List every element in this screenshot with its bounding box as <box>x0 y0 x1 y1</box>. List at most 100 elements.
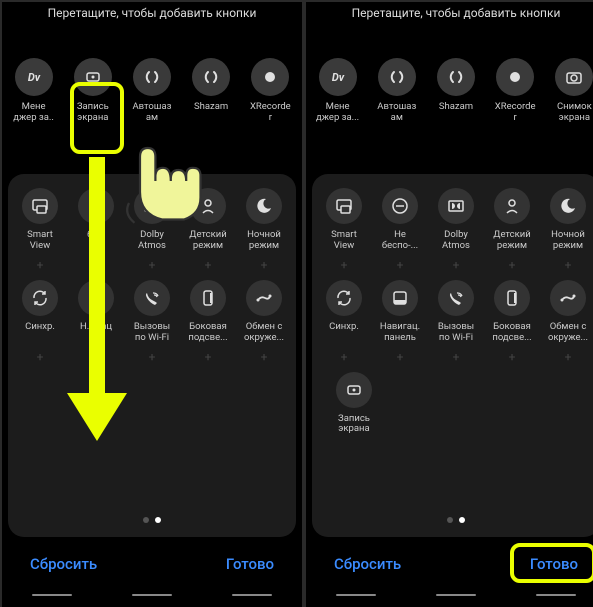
qs-tile-share[interactable]: Обмен сокруже... <box>540 280 593 344</box>
tile-label: Синхр. <box>329 322 359 333</box>
qs-tile-nav[interactable]: Н..игац... <box>68 280 124 344</box>
shazam-icon <box>378 58 416 96</box>
shazam-icon <box>133 58 171 96</box>
qs-tile-kids[interactable]: Детскийрежим <box>484 188 540 252</box>
qs-tile-edge[interactable]: Боковаяподсве... <box>180 280 236 344</box>
tile-label: Shazam <box>439 102 473 113</box>
shazam-icon <box>437 58 475 96</box>
pager-dot-1[interactable] <box>143 517 149 523</box>
available-tiles-row: DvМенеджер за... Автошазам Shazam XRecorder… <box>306 28 593 134</box>
camera-icon <box>555 58 593 96</box>
qs-tile-shazam[interactable]: Автошазам <box>369 58 425 124</box>
dot-icon <box>78 188 114 224</box>
qs-tile-record[interactable]: Записьэкрана <box>65 58 121 124</box>
tile-label: Ночнойрежим <box>247 230 281 252</box>
edge-icon <box>494 280 530 316</box>
dv-icon: Dv <box>15 58 53 96</box>
qs-tile-wificall[interactable]: Вызовыпо Wi-Fi <box>124 280 180 344</box>
svg-text:Dv: Dv <box>27 71 40 84</box>
quick-panel: SmartView Небеспо-... DolbyAtmos Детскийреж… <box>312 174 593 537</box>
panel-row-3: Записьэкрана <box>316 372 593 436</box>
smartview-icon <box>326 188 362 224</box>
nav-bar <box>306 587 593 607</box>
tile-label: SmartView <box>27 230 53 252</box>
reset-button[interactable]: Сбросить <box>30 555 97 573</box>
done-button[interactable]: Готово <box>226 555 274 573</box>
tile-label: Небеспо-... <box>382 230 418 252</box>
tile-label: DolbyAtmos <box>138 230 166 252</box>
nav-bar <box>2 587 302 607</box>
sync-icon <box>326 280 362 316</box>
qs-tile-smartview[interactable]: SmartView <box>316 188 372 252</box>
qs-tile-sync[interactable]: Синхр. <box>12 280 68 344</box>
tile-label: Вызовыпо Wi-Fi <box>134 322 170 344</box>
done-button[interactable]: Готово <box>530 555 578 573</box>
moon-icon <box>550 188 586 224</box>
tile-label: Обмен сокруже... <box>244 322 284 344</box>
dot-icon <box>496 58 534 96</box>
bottom-bar: Сбросить Готово <box>2 537 302 587</box>
qs-tile-edge[interactable]: Боковаяподсве... <box>484 280 540 344</box>
tile-label: Боковаяподсве... <box>188 322 227 344</box>
nav-icon <box>78 280 114 316</box>
pager-dot-2[interactable] <box>459 517 465 523</box>
tile-label: Снимокэкрана <box>557 102 592 124</box>
kids-icon <box>190 188 226 224</box>
tile-label: XRecorder <box>495 102 536 124</box>
moon-icon <box>246 188 282 224</box>
wificall-icon <box>438 280 474 316</box>
available-tiles-row: Dv Менеджер за.. Записьэкрана Автошазам Shaz… <box>2 28 302 134</box>
qs-tile-nav[interactable]: Навигац.панель <box>372 280 428 344</box>
tile-label: Записьэкрана <box>77 102 109 124</box>
qs-tile-moon[interactable]: Ночнойрежим <box>236 188 292 252</box>
qs-tile-dot[interactable]: XRecorder <box>242 58 298 124</box>
qs-tile-dot[interactable]: б..... <box>68 188 124 252</box>
tile-label: Ночнойрежим <box>551 230 585 252</box>
tile-label: Менеджер за.. <box>13 102 54 124</box>
smartview-icon <box>22 188 58 224</box>
qs-tile-sync[interactable]: Синхр. <box>316 280 372 344</box>
nav-icon <box>382 280 418 316</box>
panel-row-1: SmartView б..... DolbyAtmos Детскийрежим Ноч… <box>12 188 292 252</box>
qs-tile-shazam[interactable]: Shazam <box>428 58 484 124</box>
tile-label: Боковаяподсве... <box>492 322 531 344</box>
qs-tile-dv[interactable]: Dv Менеджер за.. <box>6 58 62 124</box>
pager-dot-2[interactable] <box>155 517 161 523</box>
reset-button[interactable]: Сбросить <box>334 555 401 573</box>
screen-before: Перетащите, чтобы добавить кнопки DvМене… <box>2 2 302 607</box>
qs-tile-dnd[interactable]: Небеспо-... <box>372 188 428 252</box>
qs-tile-shazam[interactable]: Автошазам <box>124 58 180 124</box>
tile-label: Н..игац... <box>80 322 112 344</box>
dot-icon <box>251 58 289 96</box>
qs-tile-camera[interactable]: Снимокэкрана <box>546 58 593 124</box>
tile-label: Shazam <box>194 102 228 113</box>
qs-tile-share[interactable]: Обмен сокруже... <box>236 280 292 344</box>
qs-tile-wificall[interactable]: Вызовыпо Wi-Fi <box>428 280 484 344</box>
record-icon <box>336 372 372 408</box>
pager <box>12 505 292 527</box>
qs-tile-moon[interactable]: Ночнойрежим <box>540 188 593 252</box>
qs-tile-dolby[interactable]: DolbyAtmos <box>428 188 484 252</box>
tile-label: Записьэкрана <box>338 414 370 436</box>
tile-label: Синхр. <box>25 322 55 333</box>
qs-tile-dv[interactable]: DvМенеджер за... <box>310 58 366 124</box>
quick-panel: SmartView б..... DolbyAtmos Детскийрежим Ноч… <box>8 174 296 537</box>
tile-label: Обмен сокруже... <box>548 322 588 344</box>
tile-label: б..... <box>87 230 105 241</box>
tile-label: DolbyAtmos <box>442 230 470 252</box>
qs-tile-dot[interactable]: XRecorder <box>487 58 543 124</box>
screen-after: Перетащите, чтобы добавить кнопки DvМене… <box>306 2 593 607</box>
edge-icon <box>190 280 226 316</box>
plus-row-2: +++++ <box>12 350 292 364</box>
tile-label: Детскийрежим <box>189 230 226 252</box>
dolby-icon <box>134 188 170 224</box>
qs-tile-dolby[interactable]: DolbyAtmos <box>124 188 180 252</box>
dolby-icon <box>438 188 474 224</box>
qs-tile-smartview[interactable]: SmartView <box>12 188 68 252</box>
qs-tile-record[interactable]: Записьэкрана <box>326 372 382 436</box>
tile-label: Автошазам <box>377 102 416 124</box>
qs-tile-shazam[interactable]: Shazam <box>183 58 239 124</box>
qs-tile-kids[interactable]: Детскийрежим <box>180 188 236 252</box>
tile-label: Детскийрежим <box>493 230 530 252</box>
pager-dot-1[interactable] <box>447 517 453 523</box>
